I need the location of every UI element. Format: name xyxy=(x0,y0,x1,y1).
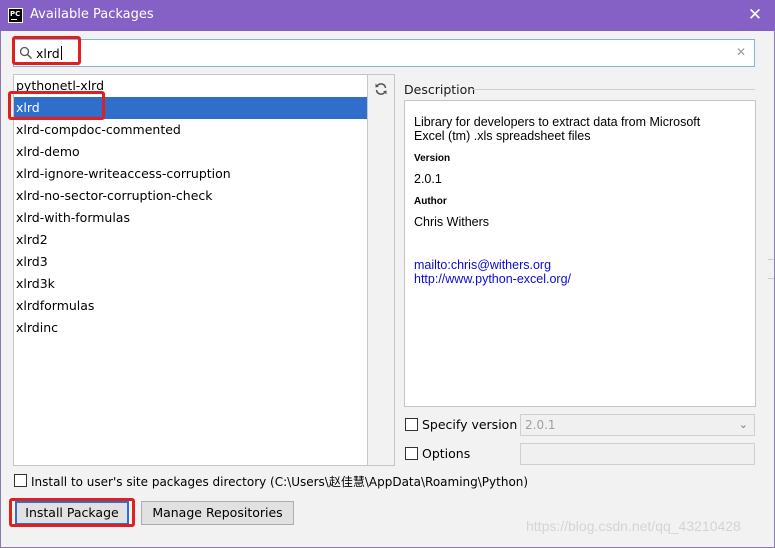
options-checkbox[interactable] xyxy=(405,447,418,460)
title-bar: PC Available Packages ✕ xyxy=(0,0,775,31)
install-user-checkbox[interactable] xyxy=(14,474,27,487)
package-list-item[interactable]: xlrdinc xyxy=(14,317,367,339)
package-list-item[interactable]: xlrdformulas xyxy=(14,295,367,317)
description-label: Description xyxy=(404,82,476,97)
annotation-highlight-search xyxy=(12,36,81,65)
description-separator xyxy=(472,89,755,90)
watermark: https://blog.csdn.net/qq_43210428 xyxy=(526,518,741,534)
version-value: 2.0.1 xyxy=(414,172,442,186)
options-label: Options xyxy=(422,446,471,461)
chevron-down-icon: ⌄ xyxy=(738,418,748,431)
package-list-item[interactable]: xlrd-compdoc-commented xyxy=(14,119,367,141)
close-icon[interactable]: ✕ xyxy=(745,5,765,25)
package-list-item[interactable]: xlrd-no-sector-corruption-check xyxy=(14,185,367,207)
version-label: Version xyxy=(414,153,451,164)
description-panel: Library for developers to extract data f… xyxy=(404,100,756,407)
refresh-icon[interactable] xyxy=(374,82,388,96)
annotation-highlight-selected xyxy=(8,91,105,120)
homepage-link[interactable]: http://www.python-excel.org/ xyxy=(414,272,755,286)
window-title: Available Packages xyxy=(30,7,154,22)
background-window-edge xyxy=(768,259,774,279)
package-list-item[interactable]: xlrd-demo xyxy=(14,141,367,163)
package-list-item[interactable]: xlrd-with-formulas xyxy=(14,207,367,229)
package-list-item[interactable]: xlrd3 xyxy=(14,251,367,273)
package-list-item[interactable]: xlrd-ignore-writeaccess-corruption xyxy=(14,163,367,185)
clear-search-icon[interactable]: ✕ xyxy=(736,45,746,59)
author-value: Chris Withers xyxy=(414,215,490,229)
annotation-highlight-install xyxy=(9,498,135,527)
specify-version-checkbox[interactable] xyxy=(405,418,418,431)
refresh-toolbar xyxy=(368,74,395,466)
version-select-value: 2.0.1 xyxy=(525,418,556,432)
version-select[interactable]: 2.0.1 ⌄ xyxy=(520,414,755,436)
package-list-item[interactable]: xlrd2 xyxy=(14,229,367,251)
package-summary: Library for developers to extract data f… xyxy=(414,115,701,143)
package-list-item[interactable]: xlrd3k xyxy=(14,273,367,295)
package-list[interactable]: pythonetl-xlrd xlrd xlrd-compdoc-commented… xyxy=(13,74,368,466)
install-user-label: Install to user's site packages director… xyxy=(31,475,529,489)
specify-version-label: Specify version xyxy=(422,417,518,432)
manage-repositories-button[interactable]: Manage Repositories xyxy=(141,501,294,525)
available-packages-dialog: xlrd ✕ pythonetl-xlrd xlrd xlrd-compdoc-co… xyxy=(0,31,775,548)
options-input[interactable] xyxy=(520,443,755,465)
pycharm-icon: PC xyxy=(8,8,23,23)
email-link[interactable]: mailto:chris@withers.org xyxy=(414,258,755,272)
search-input[interactable]: xlrd ✕ xyxy=(13,39,755,67)
author-label: Author xyxy=(414,196,447,207)
